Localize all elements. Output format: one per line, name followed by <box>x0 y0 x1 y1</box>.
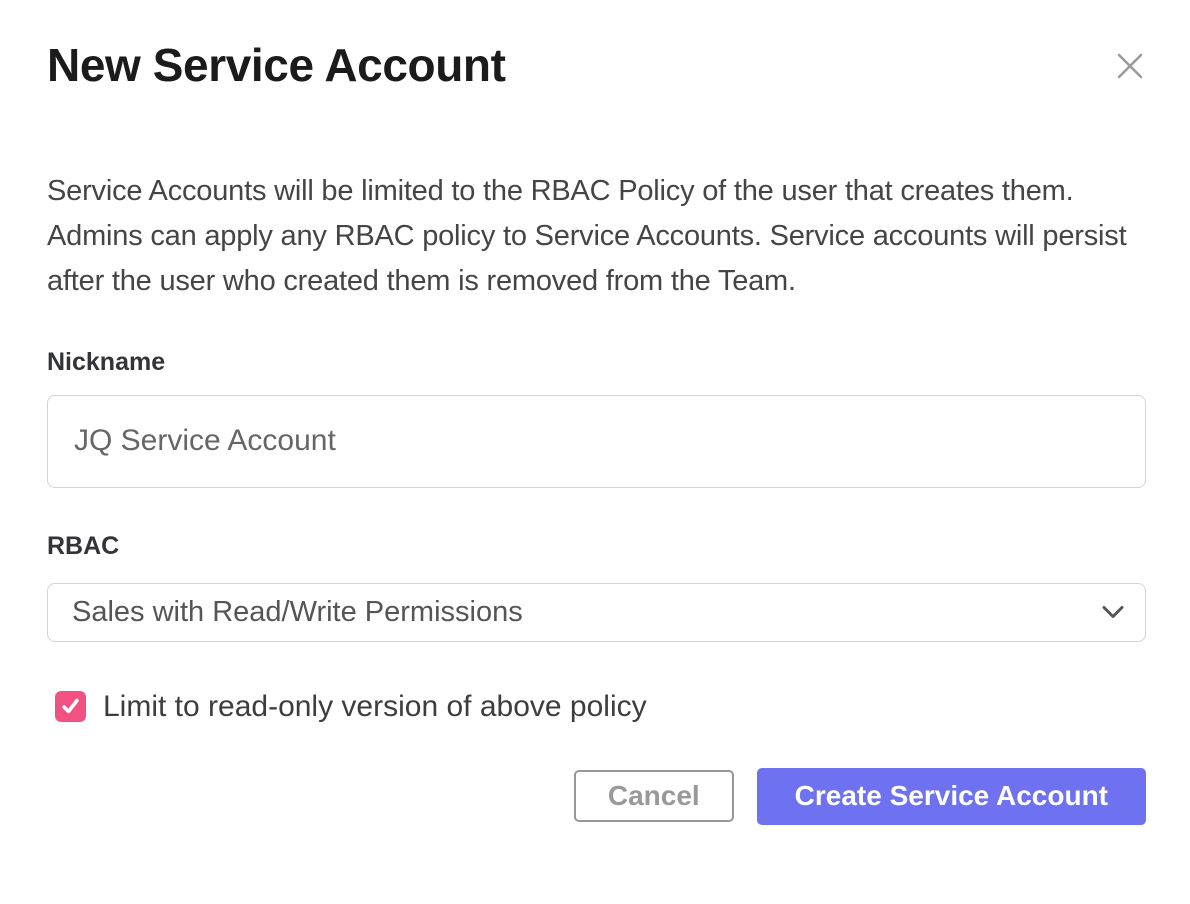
rbac-label: RBAC <box>47 532 1146 561</box>
close-button[interactable] <box>1112 48 1148 84</box>
cancel-button[interactable]: Cancel <box>574 770 734 822</box>
nickname-input[interactable] <box>47 395 1146 488</box>
checkmark-icon <box>60 696 81 717</box>
new-service-account-modal: New Service Account Service Accounts wil… <box>0 0 1190 904</box>
nickname-label: Nickname <box>47 348 1146 377</box>
readonly-limit-row[interactable]: Limit to read-only version of above poli… <box>47 690 1146 724</box>
description-text: Service Accounts will be limited to the … <box>47 169 1146 304</box>
rbac-select[interactable]: Sales with Read/Write Permissions <box>47 583 1146 642</box>
readonly-limit-label: Limit to read-only version of above poli… <box>103 690 647 724</box>
rbac-select-wrap: Sales with Read/Write Permissions <box>47 583 1146 642</box>
create-service-account-button[interactable]: Create Service Account <box>757 768 1146 825</box>
modal-footer: Cancel Create Service Account <box>47 768 1146 825</box>
modal-title: New Service Account <box>47 40 1146 91</box>
close-icon <box>1115 51 1145 81</box>
readonly-limit-checkbox[interactable] <box>55 691 86 722</box>
